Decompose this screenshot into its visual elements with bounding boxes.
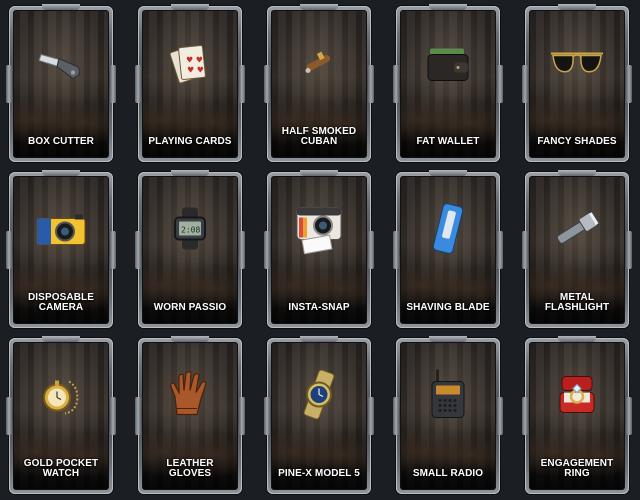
item-label: ENGAGEMENT RING [540,458,614,479]
radio-icon [424,368,472,427]
item-card-pine-x-model-5[interactable]: PINE-X MODEL 5 [264,336,374,494]
digital-watch-icon: 2:08 [166,206,214,257]
card-background: ENGAGEMENT RING [529,342,625,490]
item-label: LEATHER GLOVES [166,458,214,479]
item-card-box-cutter[interactable]: BOX CUTTER [6,4,116,162]
item-label: BOX CUTTER [28,136,94,147]
item-card-insta-snap[interactable]: INSTA-SNAP [264,170,374,328]
card-background: PINE-X MODEL 5 [271,342,367,490]
card-background: LEATHER GLOVES [142,342,238,490]
item-label: FANCY SHADES [537,136,617,147]
item-card-engagement-ring[interactable]: ENGAGEMENT RING [522,336,632,494]
item-grid: BOX CUTTER ♥ ♥ ♥ ♥ PLAYING CARDS HALF SM… [0,0,640,500]
item-card-playing-cards[interactable]: ♥ ♥ ♥ ♥ PLAYING CARDS [135,4,245,162]
card-background: FANCY SHADES [529,10,625,158]
item-label: HALF SMOKED CUBAN [281,126,357,147]
wristwatch-icon [294,369,344,426]
cigar-icon [299,46,339,85]
item-label: METAL FLASHLIGHT [544,292,610,313]
item-card-disposable-camera[interactable]: DISPOSABLE CAMERA [6,170,116,328]
playing-cards-icon: ♥ ♥ ♥ ♥ [162,39,218,92]
item-label: SMALL RADIO [412,468,484,479]
item-card-metal-flashlight[interactable]: METAL FLASHLIGHT [522,170,632,328]
item-card-fancy-shades[interactable]: FANCY SHADES [522,4,632,162]
card-background: INSTA-SNAP [271,176,367,324]
card-background: 2:08 WORN PASSIO [142,176,238,324]
item-card-shaving-blade[interactable]: SHAVING BLADE [393,170,503,328]
svg-text:♥ ♥: ♥ ♥ [186,56,203,65]
item-label: FAT WALLET [416,136,480,147]
svg-text:♥ ♥: ♥ ♥ [187,66,204,75]
flashlight-icon [549,207,605,256]
box-cutter-icon [33,41,89,90]
card-background: FAT WALLET [400,10,496,158]
card-background: METAL FLASHLIGHT [529,176,625,324]
item-label: SHAVING BLADE [406,302,490,313]
instant-camera-icon [289,202,349,261]
card-background: BOX CUTTER [13,10,109,158]
item-label: INSTA-SNAP [288,302,350,313]
card-background: SHAVING BLADE [400,176,496,324]
svg-text:2:08: 2:08 [181,226,200,235]
pocket-watch-icon [35,370,87,425]
item-label: GOLD POCKET WATCH [23,458,99,479]
card-background: ♥ ♥ ♥ ♥ PLAYING CARDS [142,10,238,158]
glove-icon [163,369,217,426]
sunglasses-icon [545,46,609,85]
item-label: DISPOSABLE CAMERA [27,292,94,313]
item-card-half-smoked-cuban[interactable]: HALF SMOKED CUBAN [264,4,374,162]
ring-box-icon [552,371,602,424]
card-background: HALF SMOKED CUBAN [271,10,367,158]
razor-icon [428,201,468,262]
card-background: GOLD POCKET WATCH [13,342,109,490]
item-card-gold-pocket-watch[interactable]: GOLD POCKET WATCH [6,336,116,494]
wallet-icon [420,41,476,90]
item-label: PLAYING CARDS [148,136,232,147]
card-background: DISPOSABLE CAMERA [13,176,109,324]
disposable-camera-icon [31,207,91,256]
item-card-fat-wallet[interactable]: FAT WALLET [393,4,503,162]
card-background: SMALL RADIO [400,342,496,490]
item-card-worn-passio[interactable]: 2:08 WORN PASSIO [135,170,245,328]
item-label: PINE-X MODEL 5 [278,468,360,479]
item-card-leather-gloves[interactable]: LEATHER GLOVES [135,336,245,494]
item-card-small-radio[interactable]: SMALL RADIO [393,336,503,494]
item-label: WORN PASSIO [153,302,227,313]
